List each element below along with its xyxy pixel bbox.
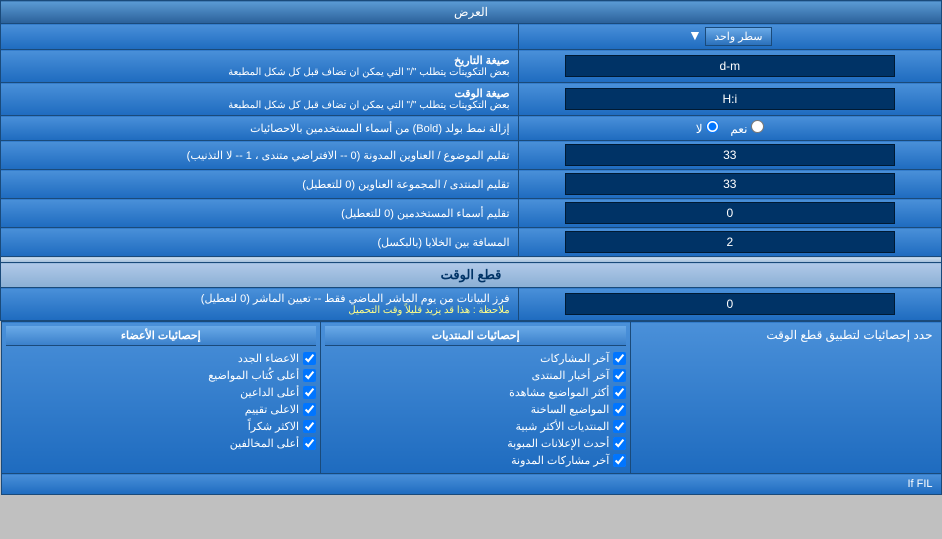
stat-label-blog-posts: آخر مشاركات المدونة [511, 454, 609, 467]
date-format-input[interactable] [565, 55, 895, 77]
display-mode-dropdown[interactable]: سطر واحد [705, 27, 771, 46]
stat-item-new-members: الاعضاء الجدد [6, 350, 317, 367]
stat-label-classified-ads: أحدث الإعلانات المبوبة [507, 437, 609, 450]
radio-yes[interactable] [751, 120, 764, 133]
dropdown-arrow[interactable]: ▼ [688, 27, 702, 43]
bold-remove-label: إزالة نمط بولد (Bold) من أسماء المستخدمي… [1, 116, 519, 141]
stat-checkbox-top-rated[interactable] [303, 403, 316, 416]
user-trim-label: تقليم أسماء المستخدمين (0 للتعطيل) [1, 199, 519, 228]
stat-item-forum-news: آخر أخبار المنتدى [325, 367, 626, 384]
bottom-note-row: If FIL [1, 474, 941, 495]
stat-label-new-members: الاعضاء الجدد [238, 352, 299, 365]
stat-checkbox-top-inviters[interactable] [303, 386, 316, 399]
display-mode-label [1, 24, 519, 50]
stat-checkbox-most-viewed[interactable] [613, 386, 626, 399]
bold-remove-cell: نعم لا [518, 116, 941, 141]
col-spacing-label: المسافة بين الخلايا (بالبكسل) [1, 228, 519, 257]
stats-section: حدد إحصائيات لتطبيق قطع الوقت إحصائيات ا… [1, 321, 942, 496]
stat-item-similar-forums: المنتديات الأكثر شبية [325, 418, 626, 435]
time-cut-title: قطع الوقت [1, 263, 942, 288]
stat-label-similar-forums: المنتديات الأكثر شبية [516, 420, 610, 433]
stats-note-text: حدد إحصائيات لتطبيق قطع الوقت [766, 328, 932, 342]
stat-item-most-viewed: أكثر المواضيع مشاهدة [325, 384, 626, 401]
stat-checkbox-top-writers[interactable] [303, 369, 316, 382]
stat-label-top-inviters: أعلى الداعين [240, 386, 299, 399]
time-format-cell [518, 83, 941, 116]
page-title: العرض [1, 1, 942, 24]
stat-checkbox-hot-topics[interactable] [613, 403, 626, 416]
stat-item-classified-ads: أحدث الإعلانات المبوبة [325, 435, 626, 452]
stat-checkbox-top-violators[interactable] [303, 437, 316, 450]
forum-trim-cell [518, 170, 941, 199]
cutoff-input[interactable] [565, 293, 895, 315]
time-format-title: صيغة الوقت [9, 87, 510, 100]
topic-trim-label: تقليم الموضوع / العناوين المدونة (0 -- ا… [1, 141, 519, 170]
stat-label-most-thanked: الاكثر شكراً [248, 420, 299, 433]
stat-checkbox-new-members[interactable] [303, 352, 316, 365]
stat-label-top-writers: أعلى كُتاب المواضيع [208, 369, 299, 382]
settings-table: العرض سطر واحد ▼ صيغة التاريخ بعض التكوي… [0, 0, 942, 495]
date-format-label: صيغة التاريخ بعض التكوينات يتطلب "/" الت… [1, 50, 519, 83]
cutoff-main-label: فرز البيانات من يوم الماشر الماضي فقط --… [9, 292, 510, 305]
user-trim-cell [518, 199, 941, 228]
stat-item-top-inviters: أعلى الداعين [6, 384, 317, 401]
topic-trim-cell [518, 141, 941, 170]
stat-checkbox-most-thanked[interactable] [303, 420, 316, 433]
forum-trim-input[interactable] [565, 173, 895, 195]
stat-item-top-writers: أعلى كُتاب المواضيع [6, 367, 317, 384]
stat-item-blog-posts: آخر مشاركات المدونة [325, 452, 626, 469]
stat-checkbox-blog-posts[interactable] [613, 454, 626, 467]
user-trim-input[interactable] [565, 202, 895, 224]
radio-no[interactable] [706, 120, 719, 133]
stat-item-most-thanked: الاكثر شكراً [6, 418, 317, 435]
display-mode-cell: سطر واحد ▼ [518, 24, 941, 50]
cutoff-note: ملاحظة : هذا قد يزيد قليلاً وقت التحميل [9, 305, 510, 316]
cutoff-label: فرز البيانات من يوم الماشر الماضي فقط --… [1, 288, 519, 321]
date-format-cell [518, 50, 941, 83]
stat-item-shares: آخر المشاركات [325, 350, 626, 367]
stats-right-col: إحصائيات الأعضاء الاعضاء الجدد أعلى كُتا… [1, 322, 321, 474]
topic-trim-input[interactable] [565, 144, 895, 166]
stat-label-hot-topics: المواضيع الساخنة [531, 403, 610, 416]
stat-checkbox-classified-ads[interactable] [613, 437, 626, 450]
stats-middle-header: إحصائيات المنتديات [325, 326, 626, 346]
stat-checkbox-shares[interactable] [613, 352, 626, 365]
col-spacing-cell [518, 228, 941, 257]
stats-right-header: إحصائيات الأعضاء [6, 326, 317, 346]
stat-label-most-viewed: أكثر المواضيع مشاهدة [509, 386, 609, 399]
time-format-input[interactable] [565, 88, 895, 110]
stat-checkbox-forum-news[interactable] [613, 369, 626, 382]
stats-middle-col: إحصائيات المنتديات آخر المشاركات آخر أخب… [321, 322, 631, 474]
col-spacing-input[interactable] [565, 231, 895, 253]
stats-note-cell: حدد إحصائيات لتطبيق قطع الوقت [631, 322, 941, 474]
forum-trim-label: تقليم المنتدى / المجموعة العناوين (0 للت… [1, 170, 519, 199]
stat-label-shares: آخر المشاركات [540, 352, 609, 365]
date-format-title: صيغة التاريخ [9, 54, 510, 67]
cutoff-cell [518, 288, 941, 321]
stat-checkbox-similar-forums[interactable] [613, 420, 626, 433]
stat-label-top-rated: الاعلى تقييم [245, 403, 299, 416]
radio-yes-label: نعم [727, 122, 764, 136]
date-format-sublabel: بعض التكوينات يتطلب "/" التي يمكن ان تضا… [9, 67, 510, 78]
time-format-label: صيغة الوقت بعض التكوينات يتطلب "/" التي … [1, 83, 519, 116]
if-fil-text: If FIL [907, 478, 932, 490]
stat-item-top-violators: أعلى المخالفين [6, 435, 317, 452]
stat-label-forum-news: آخر أخبار المنتدى [532, 369, 610, 382]
stat-item-top-rated: الاعلى تقييم [6, 401, 317, 418]
radio-no-label: لا [696, 122, 719, 136]
title-text: العرض [454, 5, 488, 19]
stat-label-top-violators: أعلى المخالفين [230, 437, 299, 450]
time-format-sublabel: بعض التكوينات يتطلب "/" التي يمكن ان تضا… [9, 100, 510, 111]
stat-item-hot-topics: المواضيع الساخنة [325, 401, 626, 418]
